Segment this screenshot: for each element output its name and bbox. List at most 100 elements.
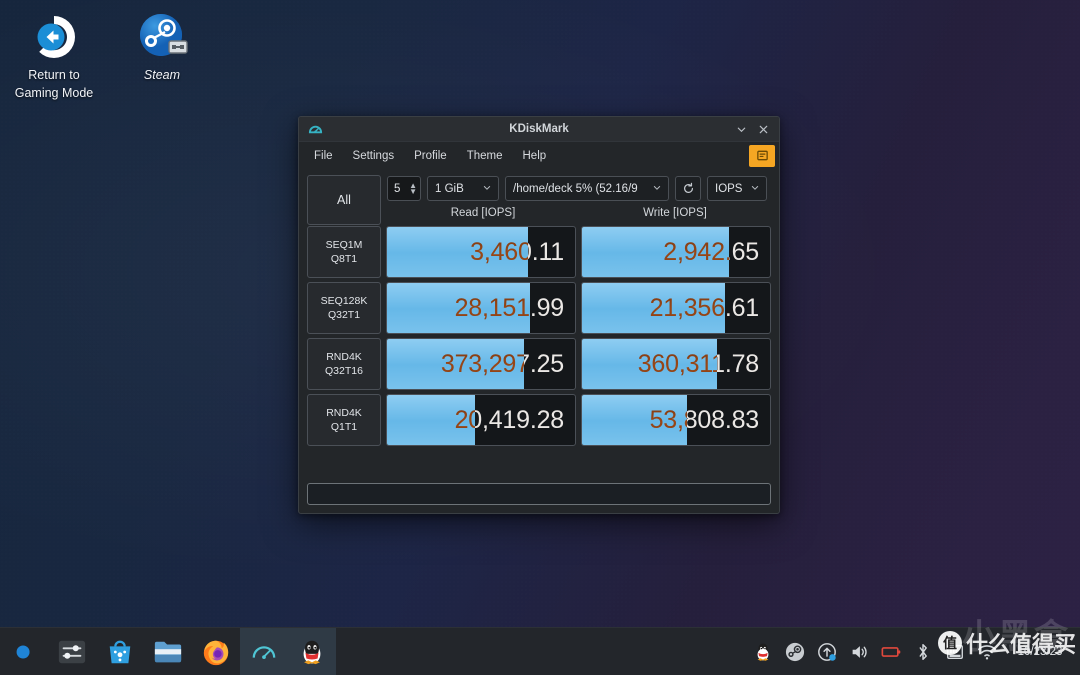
minimize-button[interactable] <box>731 119 751 139</box>
qq-penguin-tray-icon[interactable] <box>752 641 774 663</box>
volume-icon[interactable] <box>848 641 870 663</box>
read-result-value: 20,419.28 <box>454 405 565 434</box>
menu-item-help[interactable]: Help <box>514 146 556 166</box>
all-benchmark-button[interactable]: All <box>307 175 381 225</box>
window-body: All 5 ▲ ▼ 1 GiB /home/deck 5% (52.16/9 I… <box>299 169 779 513</box>
write-result-cell: 53,808.83 <box>581 394 771 446</box>
desktop-icon-label: Return to Gaming Mode <box>0 66 108 102</box>
chevron-down-icon <box>652 182 662 195</box>
read-result-cell: 28,151.99 <box>386 282 576 334</box>
row-label-line2: Q32T1 <box>327 309 361 321</box>
write-result-value: 2,942.65 <box>663 237 759 266</box>
speedometer-icon <box>304 122 326 137</box>
read-result-cell: 20,419.28 <box>386 394 576 446</box>
spinner-down-icon[interactable]: ▼ <box>409 187 417 195</box>
column-headers: Read [IOPS] Write [IOPS] <box>387 203 771 223</box>
row-label-line1: SEQ128K <box>320 295 368 307</box>
menu-item-theme[interactable]: Theme <box>458 146 512 166</box>
window-controls <box>731 119 779 139</box>
menu-item-profile[interactable]: Profile <box>405 146 456 166</box>
write-result-cell: 21,356.61 <box>581 282 771 334</box>
result-row: RND4K Q1T1 20,419.28 53,808.83 <box>307 394 771 446</box>
toolbar-controls: 5 ▲ ▼ 1 GiB /home/deck 5% (52.16/9 IOPS <box>387 175 771 202</box>
chevron-down-icon <box>482 182 492 195</box>
taskbar-launchers <box>0 627 336 675</box>
loops-spinner[interactable]: 5 ▲ ▼ <box>387 176 421 201</box>
taskbar-item-qq[interactable] <box>288 627 336 675</box>
donate-icon <box>756 150 768 161</box>
toolbar-row: All 5 ▲ ▼ 1 GiB /home/deck 5% (52.16/9 I… <box>307 175 771 225</box>
application-launcher-icon[interactable] <box>0 628 48 675</box>
window-title: KDiskMark <box>509 123 569 135</box>
write-result-cell: 360,311.78 <box>581 338 771 390</box>
desktop-icon-label: Steam <box>108 66 216 84</box>
results-grid: SEQ1M Q8T1 3,460.11 2,942.65 SEQ128K Q32… <box>307 226 771 477</box>
benchmark-button-seq128k-q32t1[interactable]: SEQ128K Q32T1 <box>307 282 381 334</box>
file-manager-icon[interactable] <box>144 628 192 675</box>
updates-icon[interactable] <box>816 641 838 663</box>
row-label-line1: SEQ1M <box>325 239 363 251</box>
steam-icon <box>108 8 216 66</box>
read-column-header: Read [IOPS] <box>450 207 516 219</box>
loops-value: 5 <box>394 182 401 195</box>
donate-button[interactable] <box>749 144 775 167</box>
read-result-value: 28,151.99 <box>454 293 565 322</box>
benchmark-button-seq1m-q8t1[interactable]: SEQ1M Q8T1 <box>307 226 381 278</box>
desktop-icon-steam[interactable]: Steam <box>108 8 216 84</box>
refresh-icon <box>683 182 693 193</box>
desktop-icon-label-line1: Steam <box>143 68 181 82</box>
write-result-value: 21,356.61 <box>649 293 760 322</box>
settings-icon[interactable] <box>48 628 96 675</box>
window-titlebar[interactable]: KDiskMark <box>299 117 779 142</box>
read-result-value: 3,460.11 <box>470 237 564 266</box>
read-result-value: 373,297.25 <box>440 349 564 378</box>
benchmark-button-rnd4k-q1t1[interactable]: RND4K Q1T1 <box>307 394 381 446</box>
unit-combo[interactable]: IOPS <box>707 176 767 201</box>
close-button[interactable] <box>753 119 773 139</box>
test-size-value: 1 GiB <box>435 182 464 195</box>
bluetooth-icon[interactable] <box>912 641 934 663</box>
chevron-down-icon <box>750 182 760 195</box>
row-label-line1: RND4K <box>326 407 362 419</box>
row-label-line2: Q32T16 <box>325 365 363 377</box>
target-path-combo[interactable]: /home/deck 5% (52.16/9 <box>505 176 669 201</box>
kdiskmark-window[interactable]: KDiskMark File Settings Profile Theme He… <box>298 116 780 514</box>
menu-item-file[interactable]: File <box>305 146 342 166</box>
toolbar-right: 5 ▲ ▼ 1 GiB /home/deck 5% (52.16/9 IOPS … <box>387 175 771 225</box>
return-to-gaming-mode-icon <box>0 8 108 66</box>
taskbar-item-kdiskmark[interactable] <box>240 627 288 675</box>
spinner-arrows-icon[interactable]: ▲ ▼ <box>409 181 417 195</box>
wifi-icon[interactable] <box>976 641 998 663</box>
taskbar: 10/23/23 小黑盒 值 什么值得买 <box>0 618 1080 675</box>
benchmark-button-rnd4k-q32t16[interactable]: RND4K Q32T16 <box>307 338 381 390</box>
write-result-value: 360,311.78 <box>637 349 759 378</box>
read-result-cell: 373,297.25 <box>386 338 576 390</box>
result-row: SEQ128K Q32T1 28,151.99 21,356.61 <box>307 282 771 334</box>
disk-icon[interactable] <box>944 641 966 663</box>
result-row: RND4K Q32T16 373,297.25 360,311.78 <box>307 338 771 390</box>
result-row: SEQ1M Q8T1 3,460.11 2,942.65 <box>307 226 771 278</box>
status-bar <box>307 483 771 505</box>
desktop-icon-return-to-gaming-mode[interactable]: Return to Gaming Mode <box>0 8 108 102</box>
write-column-header: Write [IOPS] <box>643 207 707 219</box>
discover-software-icon[interactable] <box>96 628 144 675</box>
menu-bar: File Settings Profile Theme Help <box>299 142 779 169</box>
menu-item-settings[interactable]: Settings <box>344 146 404 166</box>
battery-icon[interactable] <box>880 641 902 663</box>
write-result-cell: 2,942.65 <box>581 226 771 278</box>
target-path-value: /home/deck 5% (52.16/9 <box>513 182 638 195</box>
row-label-line1: RND4K <box>326 351 362 363</box>
system-tray: 10/23/23 <box>752 628 1080 675</box>
write-result-value: 53,808.83 <box>649 405 760 434</box>
test-size-combo[interactable]: 1 GiB <box>427 176 499 201</box>
clock[interactable]: 10/23/23 <box>1014 646 1066 658</box>
firefox-icon[interactable] <box>192 628 240 675</box>
refresh-button[interactable] <box>675 176 701 201</box>
row-label-line2: Q1T1 <box>330 421 358 433</box>
read-result-cell: 3,460.11 <box>386 226 576 278</box>
row-label-line2: Q8T1 <box>330 253 358 265</box>
unit-value: IOPS <box>715 182 743 195</box>
desktop-icon-label-line1: Return to <box>28 68 80 82</box>
desktop-icon-label-line2: Gaming Mode <box>14 86 94 100</box>
steam-tray-icon[interactable] <box>784 641 806 663</box>
